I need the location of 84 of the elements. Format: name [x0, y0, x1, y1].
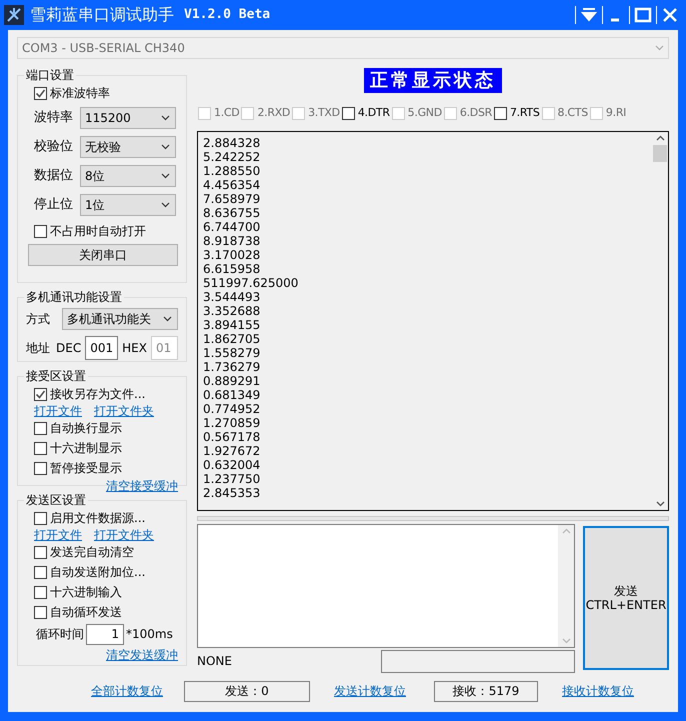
- window-title: 雪莉蓝串口调试助手: [30, 4, 174, 26]
- group-title: 发送区设置: [25, 492, 87, 508]
- status-banner: 正常显示状态: [364, 68, 502, 93]
- field-label: 停止位: [34, 196, 74, 214]
- dropdown[interactable]: 多机通讯功能关: [62, 308, 178, 330]
- output-line: 0.567178: [203, 430, 262, 444]
- checkbox-label[interactable]: 十六进制输入: [50, 583, 122, 601]
- dropdown-value: 多机通讯功能关: [67, 311, 151, 328]
- output-line: 6.744700: [203, 220, 262, 234]
- output-line: 3.544493: [203, 290, 262, 304]
- output-line: 1.927672: [203, 444, 262, 458]
- dropdown[interactable]: 8位: [80, 164, 176, 186]
- checkbox-label[interactable]: 自动换行显示: [50, 419, 122, 437]
- checkbox-label[interactable]: 7.RTS: [510, 105, 540, 122]
- output-line: 8.636755: [203, 206, 262, 220]
- link[interactable]: 发送计数复位: [334, 682, 406, 700]
- dropdown[interactable]: 无校验: [80, 136, 176, 158]
- output-line: 0.681349: [203, 388, 262, 402]
- field-label: 校验位: [34, 138, 74, 156]
- output-line: 1.736279: [203, 360, 262, 374]
- version-label: V1.2.0 Beta: [184, 6, 270, 24]
- group-title: 端口设置: [25, 67, 75, 83]
- field-label: 数据位: [34, 166, 74, 185]
- link[interactable]: 全部计数复位: [91, 682, 163, 700]
- dropdown-value: 115200: [85, 110, 131, 126]
- output-line: 4.456354: [203, 178, 262, 192]
- unit-label: *100ms: [126, 626, 173, 643]
- output-line: 0.632004: [203, 458, 262, 472]
- counter-field: 接收：5179: [434, 680, 538, 702]
- dec-field[interactable]: 001: [85, 336, 118, 360]
- group-title: 多机通讯功能设置: [25, 289, 123, 305]
- checkbox-label[interactable]: 自动循环发送: [50, 603, 122, 621]
- checkbox-label[interactable]: 接收另存为文件...: [50, 385, 146, 403]
- output-line: 1.288550: [203, 164, 262, 178]
- field-label: 地址: [26, 340, 50, 356]
- dropdown-value: 8位: [85, 168, 105, 184]
- field-label: 循环时间: [36, 626, 84, 643]
- dropdown-value: 无校验: [85, 138, 121, 156]
- checkbox-label[interactable]: 启用文件数据源...: [50, 509, 146, 527]
- output-line: 3.352688: [203, 304, 262, 318]
- output-line: 3.894155: [203, 318, 262, 332]
- output-line: 8.918738: [203, 234, 262, 248]
- checkbox-label[interactable]: 4.DTR: [358, 105, 390, 122]
- output-line: 1.558279: [203, 346, 262, 360]
- close-port-button[interactable]: 关闭串口: [28, 244, 178, 266]
- send-button[interactable]: 发送 CTRL+ENTER: [583, 526, 669, 670]
- group-title: 接受区设置: [25, 368, 87, 384]
- dropdown[interactable]: 115200: [80, 106, 176, 128]
- output-line: 5.242252: [203, 150, 262, 164]
- output-line: 0.774952: [203, 402, 262, 416]
- status-text: NONE: [197, 653, 232, 670]
- field-label: 波特率: [34, 108, 74, 127]
- dropdown-value: COM3 - USB-SERIAL CH340: [22, 40, 185, 57]
- output-line: 0.889291: [203, 374, 262, 388]
- output-line: 7.658979: [203, 192, 262, 206]
- dropdown[interactable]: 1位: [80, 194, 176, 216]
- hex-field[interactable]: 01: [150, 336, 178, 360]
- output-line: 6.615958: [203, 262, 262, 276]
- output-line: 511997.625000: [203, 276, 300, 290]
- output-line: 2.884328: [203, 136, 262, 150]
- field-label: HEX: [122, 340, 147, 356]
- field-label: 方式: [26, 311, 50, 328]
- link[interactable]: 打开文件: [34, 526, 82, 544]
- checkbox-label[interactable]: 暂停接受显示: [50, 459, 122, 477]
- checkbox-label[interactable]: 发送完自动清空: [50, 543, 134, 561]
- checkbox-label[interactable]: 标准波特率: [50, 84, 110, 102]
- loop-time-field[interactable]: 1: [86, 624, 124, 644]
- checkbox-label[interactable]: 十六进制显示: [50, 439, 122, 457]
- output-line: 2.845353: [203, 486, 262, 500]
- link[interactable]: 接收计数复位: [562, 682, 634, 700]
- output-line: 1.237750: [203, 472, 262, 486]
- checkbox-label[interactable]: 不占用时自动打开: [50, 222, 146, 240]
- output-line: 1.862705: [203, 332, 262, 346]
- field-label: DEC: [56, 340, 82, 356]
- checkbox-label[interactable]: 自动发送附加位...: [50, 563, 146, 581]
- output-line: 1.270859: [203, 416, 262, 430]
- output-line: 3.170028: [203, 248, 262, 262]
- counter-field: 发送：0: [184, 680, 310, 702]
- dropdown-value: 1位: [85, 196, 105, 214]
- link[interactable]: 打开文件夹: [94, 402, 154, 420]
- link[interactable]: 打开文件: [34, 402, 82, 420]
- link[interactable]: 打开文件夹: [94, 526, 154, 544]
- link[interactable]: 清空接受缓冲: [106, 477, 178, 495]
- link[interactable]: 清空发送缓冲: [106, 646, 178, 664]
